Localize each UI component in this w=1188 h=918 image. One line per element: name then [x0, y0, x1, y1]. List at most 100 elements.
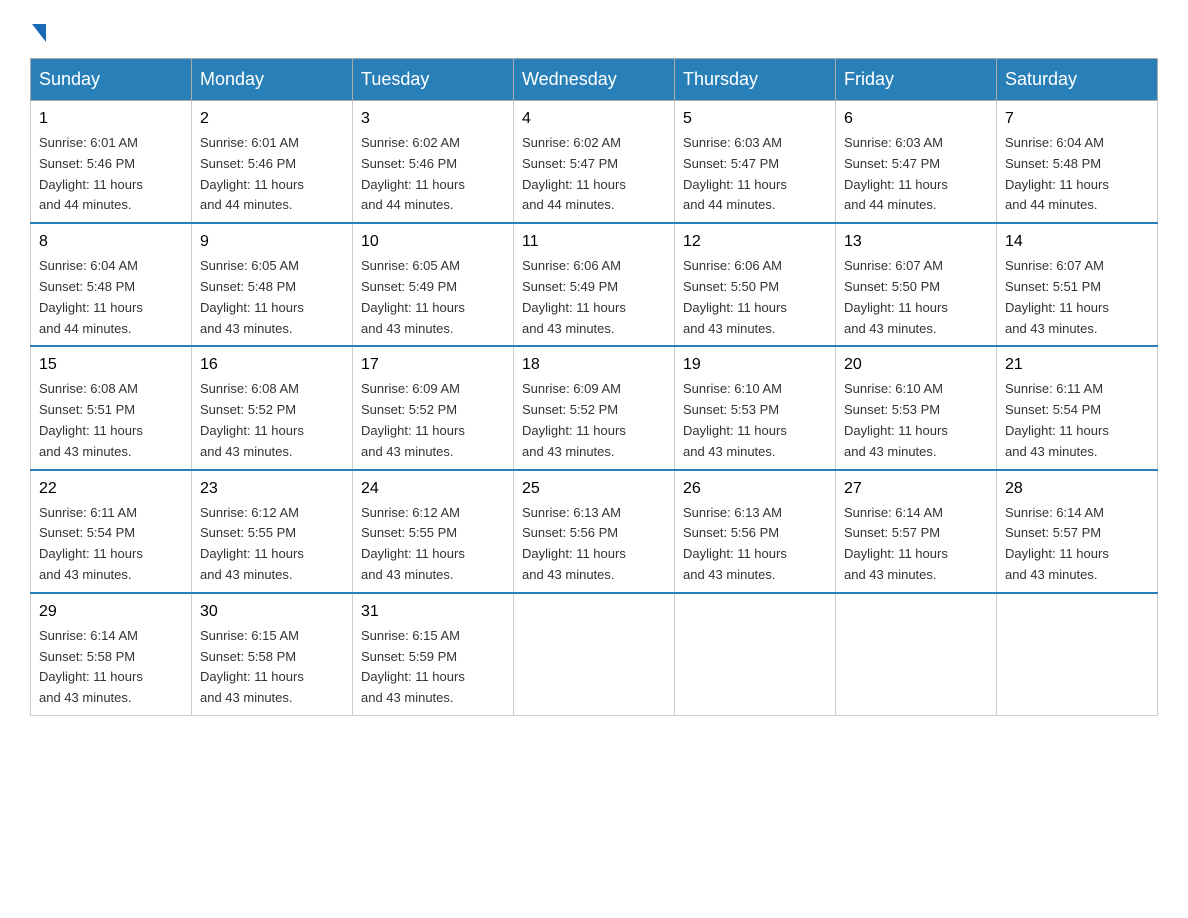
calendar-cell: 15Sunrise: 6:08 AMSunset: 5:51 PMDayligh… — [31, 346, 192, 469]
calendar-cell: 5Sunrise: 6:03 AMSunset: 5:47 PMDaylight… — [675, 101, 836, 224]
calendar-week-row: 15Sunrise: 6:08 AMSunset: 5:51 PMDayligh… — [31, 346, 1158, 469]
calendar-cell: 6Sunrise: 6:03 AMSunset: 5:47 PMDaylight… — [836, 101, 997, 224]
calendar-cell: 8Sunrise: 6:04 AMSunset: 5:48 PMDaylight… — [31, 223, 192, 346]
day-info: Sunrise: 6:05 AMSunset: 5:48 PMDaylight:… — [200, 256, 344, 339]
calendar-cell — [836, 593, 997, 716]
calendar-cell — [514, 593, 675, 716]
calendar-cell: 23Sunrise: 6:12 AMSunset: 5:55 PMDayligh… — [192, 470, 353, 593]
day-info: Sunrise: 6:02 AMSunset: 5:46 PMDaylight:… — [361, 133, 505, 216]
calendar-cell: 26Sunrise: 6:13 AMSunset: 5:56 PMDayligh… — [675, 470, 836, 593]
calendar-cell: 14Sunrise: 6:07 AMSunset: 5:51 PMDayligh… — [997, 223, 1158, 346]
day-info: Sunrise: 6:06 AMSunset: 5:49 PMDaylight:… — [522, 256, 666, 339]
calendar-cell: 2Sunrise: 6:01 AMSunset: 5:46 PMDaylight… — [192, 101, 353, 224]
day-number: 15 — [39, 353, 183, 377]
calendar-header-tuesday: Tuesday — [353, 59, 514, 101]
calendar-header-wednesday: Wednesday — [514, 59, 675, 101]
calendar-cell: 4Sunrise: 6:02 AMSunset: 5:47 PMDaylight… — [514, 101, 675, 224]
day-number: 7 — [1005, 107, 1149, 131]
calendar-cell: 22Sunrise: 6:11 AMSunset: 5:54 PMDayligh… — [31, 470, 192, 593]
logo — [30, 20, 46, 38]
day-info: Sunrise: 6:02 AMSunset: 5:47 PMDaylight:… — [522, 133, 666, 216]
calendar-cell: 12Sunrise: 6:06 AMSunset: 5:50 PMDayligh… — [675, 223, 836, 346]
day-info: Sunrise: 6:12 AMSunset: 5:55 PMDaylight:… — [361, 503, 505, 586]
day-number: 8 — [39, 230, 183, 254]
day-info: Sunrise: 6:14 AMSunset: 5:57 PMDaylight:… — [844, 503, 988, 586]
day-info: Sunrise: 6:15 AMSunset: 5:58 PMDaylight:… — [200, 626, 344, 709]
day-number: 9 — [200, 230, 344, 254]
day-number: 29 — [39, 600, 183, 624]
day-info: Sunrise: 6:10 AMSunset: 5:53 PMDaylight:… — [844, 379, 988, 462]
day-info: Sunrise: 6:01 AMSunset: 5:46 PMDaylight:… — [39, 133, 183, 216]
day-number: 12 — [683, 230, 827, 254]
day-number: 11 — [522, 230, 666, 254]
day-number: 31 — [361, 600, 505, 624]
day-info: Sunrise: 6:06 AMSunset: 5:50 PMDaylight:… — [683, 256, 827, 339]
page-header — [30, 20, 1158, 38]
logo-top — [30, 20, 46, 42]
calendar-cell: 18Sunrise: 6:09 AMSunset: 5:52 PMDayligh… — [514, 346, 675, 469]
calendar-cell — [675, 593, 836, 716]
calendar-header-monday: Monday — [192, 59, 353, 101]
day-number: 13 — [844, 230, 988, 254]
calendar-cell: 11Sunrise: 6:06 AMSunset: 5:49 PMDayligh… — [514, 223, 675, 346]
calendar-week-row: 8Sunrise: 6:04 AMSunset: 5:48 PMDaylight… — [31, 223, 1158, 346]
day-number: 24 — [361, 477, 505, 501]
day-info: Sunrise: 6:13 AMSunset: 5:56 PMDaylight:… — [683, 503, 827, 586]
calendar-cell: 13Sunrise: 6:07 AMSunset: 5:50 PMDayligh… — [836, 223, 997, 346]
calendar-cell: 19Sunrise: 6:10 AMSunset: 5:53 PMDayligh… — [675, 346, 836, 469]
calendar-cell: 24Sunrise: 6:12 AMSunset: 5:55 PMDayligh… — [353, 470, 514, 593]
day-number: 30 — [200, 600, 344, 624]
calendar-header-friday: Friday — [836, 59, 997, 101]
day-number: 27 — [844, 477, 988, 501]
day-info: Sunrise: 6:15 AMSunset: 5:59 PMDaylight:… — [361, 626, 505, 709]
day-info: Sunrise: 6:11 AMSunset: 5:54 PMDaylight:… — [1005, 379, 1149, 462]
calendar-header-thursday: Thursday — [675, 59, 836, 101]
day-number: 18 — [522, 353, 666, 377]
calendar-header-saturday: Saturday — [997, 59, 1158, 101]
day-number: 28 — [1005, 477, 1149, 501]
day-info: Sunrise: 6:14 AMSunset: 5:57 PMDaylight:… — [1005, 503, 1149, 586]
day-info: Sunrise: 6:14 AMSunset: 5:58 PMDaylight:… — [39, 626, 183, 709]
day-number: 16 — [200, 353, 344, 377]
day-info: Sunrise: 6:10 AMSunset: 5:53 PMDaylight:… — [683, 379, 827, 462]
day-number: 19 — [683, 353, 827, 377]
calendar-header-sunday: Sunday — [31, 59, 192, 101]
day-number: 21 — [1005, 353, 1149, 377]
day-info: Sunrise: 6:08 AMSunset: 5:52 PMDaylight:… — [200, 379, 344, 462]
calendar-week-row: 1Sunrise: 6:01 AMSunset: 5:46 PMDaylight… — [31, 101, 1158, 224]
calendar-cell: 20Sunrise: 6:10 AMSunset: 5:53 PMDayligh… — [836, 346, 997, 469]
day-number: 4 — [522, 107, 666, 131]
logo-arrow-icon — [32, 24, 46, 42]
calendar-header-row: SundayMondayTuesdayWednesdayThursdayFrid… — [31, 59, 1158, 101]
day-info: Sunrise: 6:04 AMSunset: 5:48 PMDaylight:… — [1005, 133, 1149, 216]
day-number: 25 — [522, 477, 666, 501]
day-info: Sunrise: 6:12 AMSunset: 5:55 PMDaylight:… — [200, 503, 344, 586]
day-number: 17 — [361, 353, 505, 377]
day-info: Sunrise: 6:08 AMSunset: 5:51 PMDaylight:… — [39, 379, 183, 462]
day-number: 3 — [361, 107, 505, 131]
day-info: Sunrise: 6:11 AMSunset: 5:54 PMDaylight:… — [39, 503, 183, 586]
day-info: Sunrise: 6:09 AMSunset: 5:52 PMDaylight:… — [361, 379, 505, 462]
day-info: Sunrise: 6:07 AMSunset: 5:50 PMDaylight:… — [844, 256, 988, 339]
calendar-cell: 30Sunrise: 6:15 AMSunset: 5:58 PMDayligh… — [192, 593, 353, 716]
day-info: Sunrise: 6:03 AMSunset: 5:47 PMDaylight:… — [844, 133, 988, 216]
day-number: 26 — [683, 477, 827, 501]
day-number: 6 — [844, 107, 988, 131]
day-number: 22 — [39, 477, 183, 501]
calendar-cell — [997, 593, 1158, 716]
calendar-cell: 10Sunrise: 6:05 AMSunset: 5:49 PMDayligh… — [353, 223, 514, 346]
day-info: Sunrise: 6:07 AMSunset: 5:51 PMDaylight:… — [1005, 256, 1149, 339]
day-info: Sunrise: 6:03 AMSunset: 5:47 PMDaylight:… — [683, 133, 827, 216]
calendar-cell: 3Sunrise: 6:02 AMSunset: 5:46 PMDaylight… — [353, 101, 514, 224]
calendar-cell: 1Sunrise: 6:01 AMSunset: 5:46 PMDaylight… — [31, 101, 192, 224]
day-info: Sunrise: 6:13 AMSunset: 5:56 PMDaylight:… — [522, 503, 666, 586]
calendar-cell: 29Sunrise: 6:14 AMSunset: 5:58 PMDayligh… — [31, 593, 192, 716]
day-info: Sunrise: 6:05 AMSunset: 5:49 PMDaylight:… — [361, 256, 505, 339]
calendar-cell: 25Sunrise: 6:13 AMSunset: 5:56 PMDayligh… — [514, 470, 675, 593]
calendar-week-row: 22Sunrise: 6:11 AMSunset: 5:54 PMDayligh… — [31, 470, 1158, 593]
day-number: 14 — [1005, 230, 1149, 254]
calendar-cell: 9Sunrise: 6:05 AMSunset: 5:48 PMDaylight… — [192, 223, 353, 346]
day-number: 5 — [683, 107, 827, 131]
calendar-body: 1Sunrise: 6:01 AMSunset: 5:46 PMDaylight… — [31, 101, 1158, 716]
day-number: 23 — [200, 477, 344, 501]
